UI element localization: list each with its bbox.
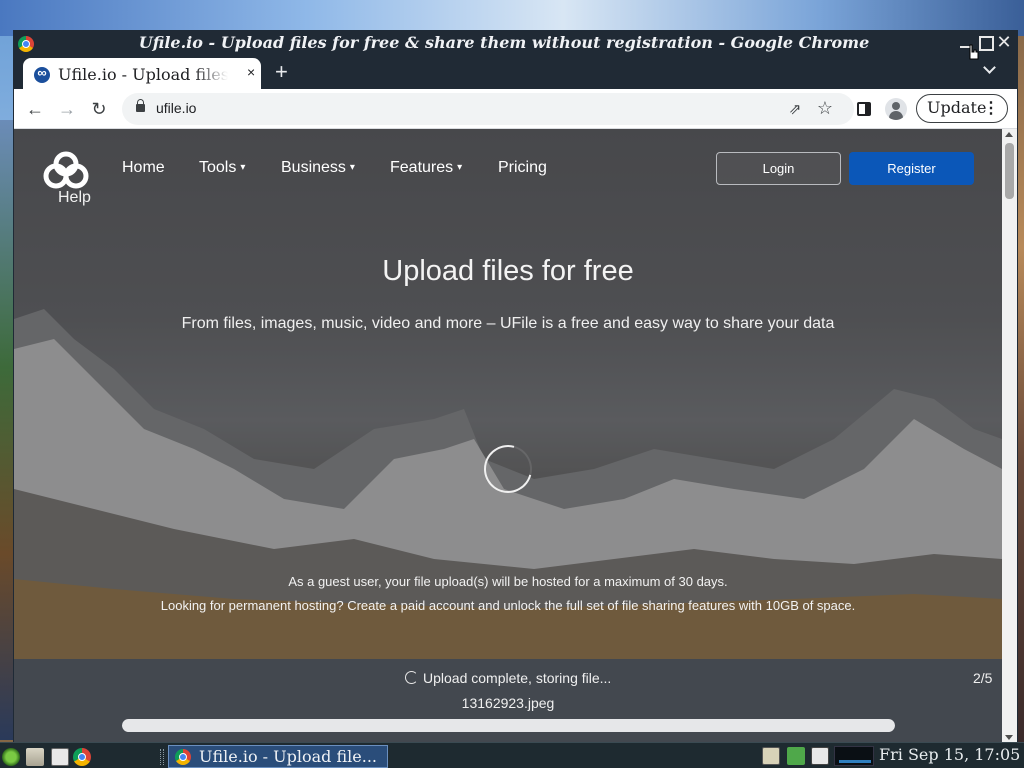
tab-close-icon[interactable]: × — [247, 64, 255, 80]
cpu-monitor-graph[interactable] — [834, 746, 874, 766]
taskbar-separator — [160, 749, 164, 765]
nav-help-link[interactable]: Help — [58, 189, 91, 207]
upload-file-count: 2/5 — [973, 670, 993, 686]
tab-ufile[interactable]: Ufile.io - Upload files for free & share… — [23, 58, 261, 89]
page-viewport: Help Home Tools ▾ Business ▾ Features ▾ Pri… — [14, 129, 1002, 742]
nav-business-menu[interactable]: Business ▾ — [281, 159, 355, 177]
chevron-down-icon: ▾ — [349, 162, 355, 173]
login-button[interactable]: Login — [716, 152, 841, 185]
update-label: Update — [927, 98, 987, 117]
nav-pricing-link[interactable]: Pricing — [498, 159, 547, 177]
wallpaper-left-edge — [0, 120, 14, 740]
register-button[interactable]: Register — [849, 152, 974, 185]
lock-icon[interactable] — [136, 99, 145, 112]
tab-search-chevron-icon[interactable] — [982, 63, 996, 77]
profile-avatar-icon[interactable] — [885, 98, 907, 120]
kebab-menu-icon[interactable]: ⋮ — [983, 95, 999, 121]
start-menu-icon[interactable] — [2, 748, 20, 766]
page-subtitle: From files, images, music, video and mor… — [181, 315, 835, 332]
chrome-icon — [18, 36, 34, 52]
browser-window: Ufile.io - Upload files for free & share… — [13, 30, 1018, 743]
taskbar-window-label: Ufile.io - Upload file... — [199, 747, 378, 766]
clock[interactable]: Fri Sep 15, 17:05 — [879, 745, 1020, 764]
window-title: Ufile.io - Upload files for free & share… — [138, 33, 870, 52]
file-manager-icon[interactable] — [26, 748, 44, 766]
nav-features-label: Features — [390, 159, 454, 176]
paid-account-note: Looking for permanent hosting? Create a … — [160, 598, 856, 613]
share-icon[interactable]: ⇗ — [786, 100, 804, 118]
scroll-up-arrow-icon[interactable] — [1005, 132, 1013, 137]
nav-features-menu[interactable]: Features ▾ — [390, 159, 462, 177]
back-button[interactable]: ← — [24, 98, 46, 120]
new-tab-button[interactable]: + — [275, 59, 288, 85]
chevron-down-icon: ▾ — [240, 162, 246, 173]
ufile-logo-icon[interactable] — [42, 151, 90, 191]
tab-title: Ufile.io - Upload files for free & share… — [58, 65, 228, 84]
upload-status-text: Upload complete, storing file... — [423, 670, 612, 686]
taskbar-window-button[interactable]: Ufile.io - Upload file... — [168, 745, 388, 768]
mouse-pointer-icon — [969, 44, 979, 60]
nav-home-link[interactable]: Home — [122, 159, 165, 177]
chevron-down-icon: ▾ — [457, 162, 463, 173]
upload-filename: 13162923.jpeg — [461, 695, 555, 711]
tray-keyring-icon[interactable] — [762, 747, 780, 765]
nav-tools-menu[interactable]: Tools ▾ — [199, 159, 245, 177]
guest-note: As a guest user, your file upload(s) wil… — [288, 574, 728, 589]
browser-toolbar: ← → ↻ ufile.io ⇗ ☆ Update ⋮ — [14, 89, 1017, 129]
scroll-thumb[interactable] — [1005, 143, 1014, 199]
text-editor-icon[interactable] — [51, 748, 69, 766]
upload-progress-bar — [122, 719, 895, 732]
taskbar: Ufile.io - Upload file... Fri Sep 15, 17… — [0, 742, 1024, 768]
forward-button[interactable]: → — [56, 98, 78, 120]
upload-spinner-icon — [405, 671, 418, 684]
address-bar[interactable]: ufile.io ⇗ ☆ — [122, 93, 854, 125]
window-titlebar[interactable]: Ufile.io - Upload files for free & share… — [14, 31, 1017, 55]
upload-progress-fill — [122, 719, 895, 732]
tray-device-icon[interactable] — [811, 747, 829, 765]
nav-business-label: Business — [281, 159, 346, 176]
nav-tools-label: Tools — [199, 159, 237, 176]
page-scrollbar[interactable] — [1002, 129, 1017, 742]
bookmark-star-icon[interactable]: ☆ — [815, 98, 835, 118]
side-panel-icon[interactable] — [857, 102, 871, 116]
chrome-icon — [175, 749, 191, 765]
reload-button[interactable]: ↻ — [88, 98, 110, 120]
page-title: Upload files for free — [382, 255, 634, 287]
scroll-down-arrow-icon[interactable] — [1005, 735, 1013, 740]
chrome-launcher-icon[interactable] — [73, 748, 91, 766]
tray-exit-icon[interactable] — [787, 747, 805, 765]
tab-strip: Ufile.io - Upload files for free & share… — [14, 55, 1017, 89]
close-window-icon[interactable]: ✕ — [996, 33, 1012, 51]
upload-status-panel: Upload complete, storing file... 2/5 131… — [14, 659, 1002, 742]
url-text[interactable]: ufile.io — [156, 100, 196, 116]
ufile-favicon-icon — [34, 65, 50, 83]
update-button[interactable]: Update ⋮ — [916, 94, 1008, 123]
